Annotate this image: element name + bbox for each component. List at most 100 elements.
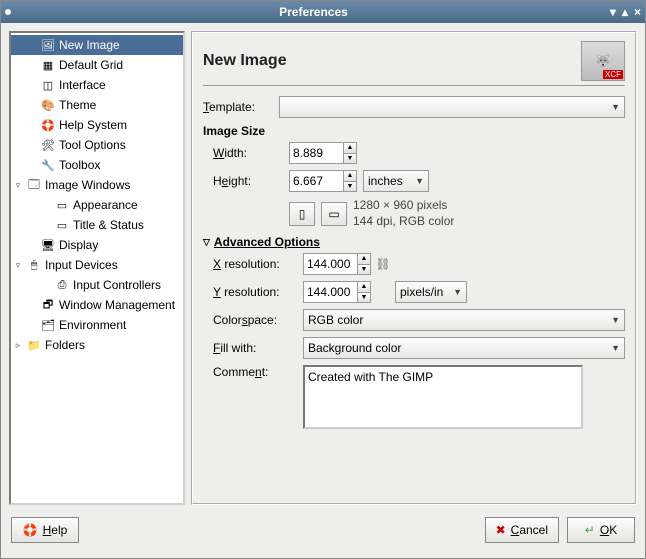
template-combo[interactable]: ▼ bbox=[279, 96, 625, 118]
chain-link-icon[interactable]: ⛓ bbox=[377, 257, 389, 271]
expander-icon[interactable]: ▿ bbox=[13, 180, 23, 191]
height-spinner[interactable]: ▲▼ bbox=[289, 170, 357, 192]
cancel-icon: ✖ bbox=[496, 523, 506, 537]
tree-item-appearance[interactable]: ▭Appearance bbox=[11, 195, 183, 215]
spin-down-icon[interactable]: ▼ bbox=[358, 265, 370, 275]
tree-item-label: Input Controllers bbox=[73, 278, 161, 292]
unit-combo[interactable]: inches ▼ bbox=[363, 170, 429, 192]
tree-item-label: Environment bbox=[59, 318, 129, 332]
tree-item-label: New Image bbox=[59, 38, 129, 52]
tree-item-label: Toolbox bbox=[59, 158, 129, 172]
cancel-button[interactable]: ✖ Cancel bbox=[485, 517, 559, 543]
tree-item-icon: 🖱 bbox=[26, 257, 42, 273]
tree-item-icon: ▭ bbox=[54, 217, 70, 233]
spin-up-icon[interactable]: ▲ bbox=[358, 282, 370, 293]
tree-item-icon: 🗂 bbox=[40, 317, 56, 333]
tree-item-label: Appearance bbox=[73, 198, 143, 212]
tree-item-label: Folders bbox=[45, 338, 115, 352]
res-unit-combo[interactable]: pixels/in ▼ bbox=[395, 281, 467, 303]
tree-item-folders[interactable]: ▹📁Folders bbox=[11, 335, 183, 355]
window-menu-icon[interactable] bbox=[5, 9, 11, 15]
fill-label: Fill with: bbox=[213, 341, 297, 355]
landscape-button[interactable]: ▭ bbox=[321, 202, 347, 226]
tree-item-input-devices[interactable]: ▿🖱Input Devices bbox=[11, 255, 183, 275]
page-icon: 🐺XCF bbox=[581, 41, 625, 81]
width-input[interactable] bbox=[289, 142, 343, 164]
expander-icon[interactable]: ▹ bbox=[13, 340, 23, 351]
tree-item-display[interactable]: 🖥Display bbox=[11, 235, 183, 255]
spin-down-icon[interactable]: ▼ bbox=[358, 293, 370, 303]
tree-item-label: Interface bbox=[59, 78, 129, 92]
maximize-button[interactable]: ▴ bbox=[622, 5, 628, 19]
titlebar: Preferences ▾ ▴ × bbox=[1, 1, 645, 23]
tree-item-title-status[interactable]: ▭Title & Status bbox=[11, 215, 183, 235]
tree-item-icon: 🖼 bbox=[40, 37, 56, 53]
tree-item-environment[interactable]: 🗂Environment bbox=[11, 315, 183, 335]
fill-combo[interactable]: Background color ▼ bbox=[303, 337, 625, 359]
height-label: Height: bbox=[213, 174, 283, 188]
width-label: Width: bbox=[213, 146, 283, 160]
yres-input[interactable] bbox=[303, 281, 357, 303]
tree-item-label: Help System bbox=[59, 118, 129, 132]
spin-up-icon[interactable]: ▲ bbox=[358, 254, 370, 265]
spin-up-icon[interactable]: ▲ bbox=[344, 143, 356, 154]
fill-value: Background color bbox=[308, 341, 401, 355]
dialog-footer: 🛟 Help ✖ Cancel ↵ OK bbox=[1, 513, 645, 551]
preferences-tree[interactable]: 🖼New Image▦Default Grid◫Interface🎨Theme🛟… bbox=[9, 31, 185, 505]
tree-item-label: Theme bbox=[59, 98, 129, 112]
spin-up-icon[interactable]: ▲ bbox=[344, 171, 356, 182]
chevron-down-icon: ▼ bbox=[415, 176, 424, 186]
advanced-heading[interactable]: ▽ Advanced Options bbox=[203, 235, 625, 249]
tree-item-interface[interactable]: ◫Interface bbox=[11, 75, 183, 95]
yres-label: Y resolution: bbox=[213, 285, 297, 299]
expander-down-icon[interactable]: ▽ bbox=[203, 237, 210, 248]
tree-item-input-controllers[interactable]: ⎙Input Controllers bbox=[11, 275, 183, 295]
tree-item-icon: 📁 bbox=[26, 337, 42, 353]
tree-item-help-system[interactable]: 🛟Help System bbox=[11, 115, 183, 135]
spin-down-icon[interactable]: ▼ bbox=[344, 182, 356, 192]
tree-item-label: Display bbox=[59, 238, 129, 252]
chevron-down-icon: ▼ bbox=[453, 287, 462, 297]
minimize-button[interactable]: ▾ bbox=[610, 5, 616, 19]
comment-textarea[interactable] bbox=[303, 365, 583, 429]
ok-icon: ↵ bbox=[585, 523, 595, 537]
tree-item-icon: ▭ bbox=[54, 197, 70, 213]
tree-item-label: Image Windows bbox=[45, 178, 130, 192]
tree-item-image-windows[interactable]: ▿🗔Image Windows bbox=[11, 175, 183, 195]
portrait-button[interactable]: ▯ bbox=[289, 202, 315, 226]
xres-input[interactable] bbox=[303, 253, 357, 275]
width-spinner[interactable]: ▲▼ bbox=[289, 142, 357, 164]
colorspace-combo[interactable]: RGB color ▼ bbox=[303, 309, 625, 331]
help-button[interactable]: 🛟 Help bbox=[11, 517, 79, 543]
tree-item-tool-options[interactable]: 🛠Tool Options bbox=[11, 135, 183, 155]
tree-item-icon: ⎙ bbox=[54, 277, 70, 293]
xres-spinner[interactable]: ▲▼ bbox=[303, 253, 371, 275]
xres-label: X resolution: bbox=[213, 257, 297, 271]
window-title: Preferences bbox=[17, 5, 610, 19]
tree-item-icon: 🔧 bbox=[40, 157, 56, 173]
tree-item-icon: 🛠 bbox=[40, 137, 56, 153]
tree-item-icon: 🎨 bbox=[40, 97, 56, 113]
tree-item-label: Tool Options bbox=[59, 138, 129, 152]
chevron-down-icon: ▼ bbox=[611, 343, 620, 353]
tree-item-icon: ◫ bbox=[40, 77, 56, 93]
tree-item-icon: 🛟 bbox=[40, 117, 56, 133]
spin-down-icon[interactable]: ▼ bbox=[344, 154, 356, 164]
ok-button[interactable]: ↵ OK bbox=[567, 517, 635, 543]
tree-item-toolbox[interactable]: 🔧Toolbox bbox=[11, 155, 183, 175]
template-label: Template: bbox=[203, 100, 273, 114]
tree-item-new-image[interactable]: 🖼New Image bbox=[11, 35, 183, 55]
yres-spinner[interactable]: ▲▼ bbox=[303, 281, 371, 303]
image-size-heading: Image Size bbox=[203, 124, 625, 138]
tree-item-theme[interactable]: 🎨Theme bbox=[11, 95, 183, 115]
unit-value: inches bbox=[368, 174, 403, 188]
height-input[interactable] bbox=[289, 170, 343, 192]
expander-icon[interactable]: ▿ bbox=[13, 260, 23, 271]
page-title: New Image bbox=[203, 52, 581, 70]
tree-item-icon: 🖥 bbox=[40, 237, 56, 253]
image-info: 1280 × 960 pixels 144 dpi, RGB color bbox=[353, 198, 454, 229]
colorspace-value: RGB color bbox=[308, 313, 363, 327]
tree-item-window-management[interactable]: 🗗Window Management bbox=[11, 295, 183, 315]
close-button[interactable]: × bbox=[634, 5, 641, 19]
tree-item-default-grid[interactable]: ▦Default Grid bbox=[11, 55, 183, 75]
